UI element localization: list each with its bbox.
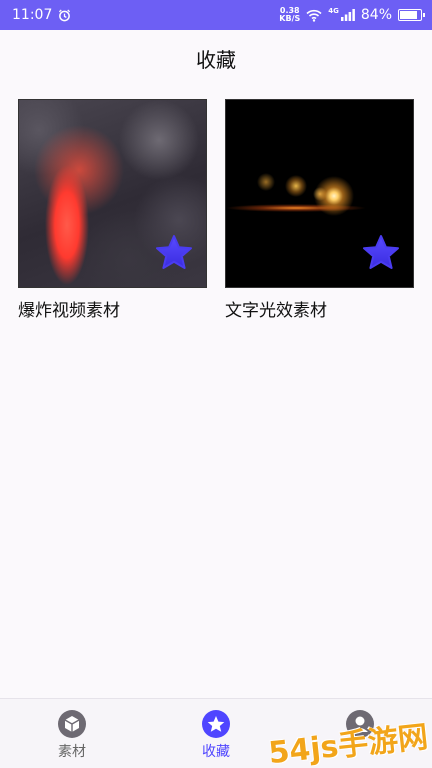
card-title[interactable]: 爆炸视频素材: [18, 296, 207, 321]
nav-label: 收藏: [202, 744, 230, 760]
nav-item-materials[interactable]: 素材: [32, 709, 112, 761]
star-icon: [202, 710, 230, 738]
nav-item-favorites[interactable]: 收藏: [176, 709, 256, 761]
alarm-icon: [59, 8, 71, 21]
nav-label: 素材: [58, 744, 86, 760]
star-icon[interactable]: [154, 233, 194, 273]
favorite-card[interactable]: 文字光效素材: [225, 99, 414, 321]
star-icon[interactable]: [361, 233, 401, 273]
network-generation: 4G: [328, 7, 339, 15]
explosion-thumbnail[interactable]: [18, 99, 207, 288]
battery-level: [400, 11, 417, 19]
status-bar: 11:07 0.38 KB/S 4G 84%: [0, 0, 432, 30]
cube-icon: [58, 710, 86, 738]
network-speed: 0.38 KB/S: [279, 6, 301, 23]
page-title: 收藏: [196, 48, 236, 72]
battery-icon: [398, 9, 425, 21]
clock: 11:07: [12, 7, 53, 23]
battery-percent: 84%: [360, 7, 392, 23]
wifi-icon: [306, 9, 322, 22]
light-effect-thumbnail[interactable]: [225, 99, 414, 288]
card-title[interactable]: 文字光效素材: [225, 296, 414, 321]
signal-icon: [340, 9, 355, 21]
favorite-card[interactable]: 爆炸视频素材: [18, 99, 207, 321]
